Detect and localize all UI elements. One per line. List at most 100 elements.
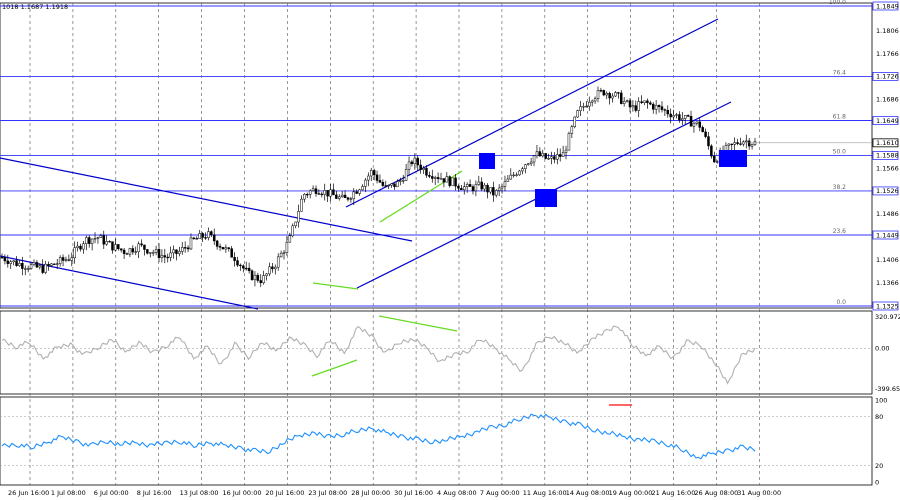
candle-body [183,247,187,249]
candle-body [38,265,42,268]
candle-body [739,143,742,145]
candle-body [311,188,315,192]
marker-square-3 [719,150,747,167]
candle-body [669,113,672,118]
candle-body [306,193,309,196]
symbol-info: 1018 1.1687 1.1918 [2,3,68,11]
candle-body [593,98,597,102]
candle-body [189,237,193,250]
candle-body [605,92,608,96]
forex-chart: 100.0 76.4 61.8 50.0 38.2 23.6 0.0 1.1849 1.180… [0,0,900,500]
candle-body [588,101,591,107]
candle-body [521,168,524,172]
candle-body [18,263,21,266]
candle-body [335,194,338,199]
candle-body [497,187,501,191]
candle-body [465,184,469,187]
time-label: 20 Jul 16:00 [265,489,304,497]
price-label: 1.1406 [876,256,899,264]
candle-body [526,163,530,165]
time-label: 8 Jul 16:00 [137,489,172,497]
candle-body [678,114,681,121]
candle-body [67,259,71,261]
candle-body [637,101,640,111]
candle-body [172,249,175,254]
candle-body [390,183,393,186]
candle-body [695,121,699,124]
time-label: 23 Jul 08:00 [308,489,347,497]
candle-body [355,191,358,194]
price-label: 1.1526 [876,187,899,195]
candle-body [343,194,347,199]
candle-body [26,268,30,270]
candle-body [294,221,297,227]
candle-body [698,121,702,128]
price-label: 1.1686 [876,96,899,104]
candle-body [61,257,65,261]
candle-body [747,140,751,147]
time-label: 1 Jul 08:00 [51,489,86,497]
candle-body [102,235,106,245]
candle-body [381,181,385,186]
candle-body [151,252,155,254]
candle-body [733,142,736,145]
candle-body [433,177,437,179]
candle-body [573,116,576,128]
candle-body [247,267,251,271]
time-label: 31 Aug 00:00 [737,489,781,497]
candle-body [681,118,684,121]
candle-body [576,110,579,118]
candle-body [375,174,379,181]
candle-body [558,154,562,157]
candle-body [660,106,664,110]
candle-body [53,263,56,265]
candle-body [105,241,108,245]
candle-body [41,265,44,273]
candle-body [256,274,260,281]
candle-body [198,233,201,239]
candle-body [515,174,518,176]
candle-body [186,247,190,250]
candle-body [399,180,402,182]
candle-body [166,256,169,259]
candle-body [340,194,344,198]
time-label: 14 Aug 08:00 [566,489,610,497]
candle-body [468,184,472,187]
candle-body [436,177,440,179]
candle-body [442,178,446,183]
candle-body [21,263,24,269]
candle-body [364,179,367,187]
candle-body [599,90,603,92]
candle-body [317,193,321,195]
candle-body [300,198,303,212]
candle-body [181,247,184,252]
candle-body [649,102,652,105]
candle-body [367,175,370,181]
candle-body [602,90,606,96]
candle-body [506,178,510,182]
candle-body [90,238,94,244]
candle-body [494,190,498,196]
candle-body [32,262,36,265]
candle-body [134,251,137,253]
candle-body [651,103,655,110]
candle-body [413,157,417,165]
candle-body [425,167,428,176]
candle-body [625,100,629,102]
candle-body [736,142,739,144]
candle-body [201,233,204,238]
cci-axis-label: 0.00 [875,345,889,353]
candle-body [15,260,18,266]
candle-body [445,176,449,183]
candle-body [297,211,300,223]
candle-body [212,234,216,242]
candle-body [483,184,486,190]
candle-body [439,178,443,180]
candle-body [276,256,280,268]
candle-body [683,115,687,119]
candle-body [279,252,283,258]
candle-body [192,237,196,239]
candle-body [76,245,79,248]
fib-level-label: 100.0 [829,0,846,6]
candle-body [215,240,219,247]
